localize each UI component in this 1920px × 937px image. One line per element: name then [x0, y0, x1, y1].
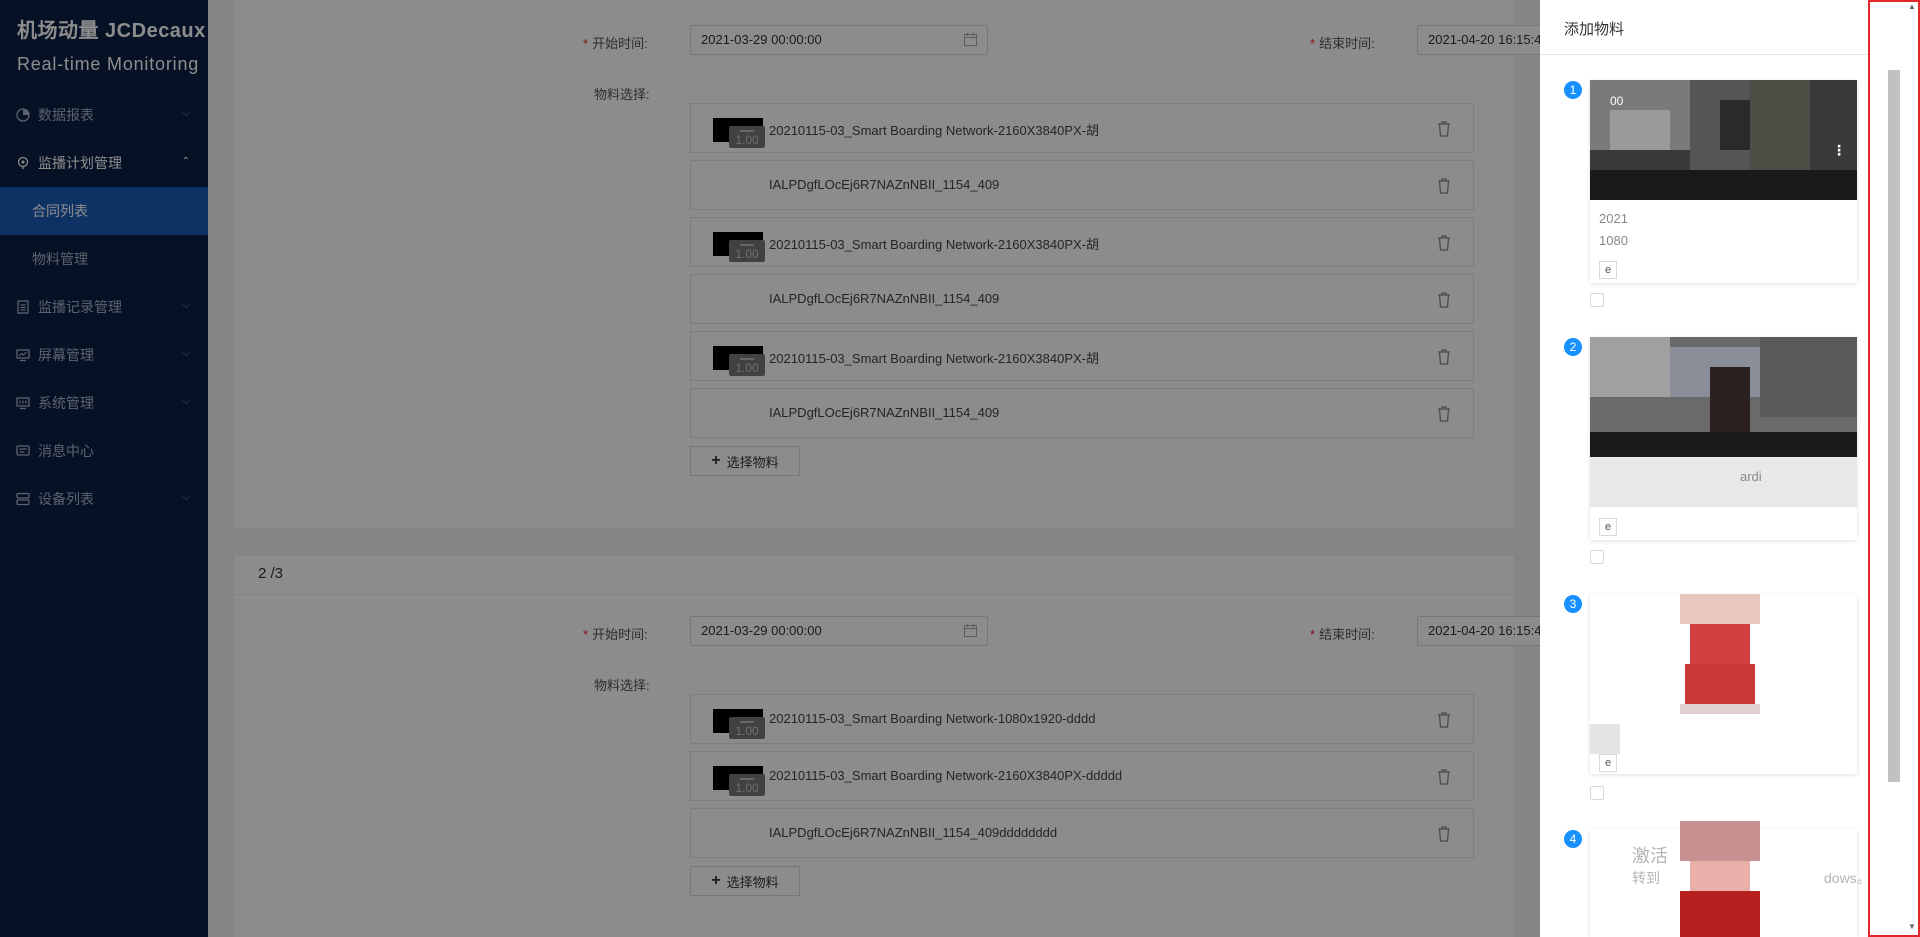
drawer-title: 添加物料: [1564, 21, 1625, 38]
card-number-badge: 1: [1564, 81, 1582, 99]
card-number-badge: 4: [1564, 830, 1582, 848]
blur-mask: [1640, 205, 1840, 255]
card-checkbox[interactable]: [1590, 550, 1604, 564]
scroll-down-arrow-icon[interactable]: ▼: [1908, 922, 1916, 931]
blur-mask: [1590, 724, 1620, 754]
video-preview: 00 ⋮: [1590, 80, 1857, 200]
material-card[interactable]: ardi e: [1590, 337, 1857, 540]
watermark-line2a: 转到: [1632, 870, 1660, 886]
scrollbar-thumb[interactable]: [1888, 70, 1900, 782]
card-checkbox[interactable]: [1590, 293, 1604, 307]
material-card[interactable]: e: [1590, 594, 1857, 774]
image-preview: [1680, 594, 1760, 714]
blur-mask: [1590, 457, 1857, 507]
material-card[interactable]: [1590, 821, 1857, 937]
material-card[interactable]: 00 ⋮ 2021 1080 e: [1590, 80, 1857, 283]
video-preview: [1590, 337, 1857, 457]
scroll-up-arrow-icon[interactable]: ▲: [1908, 2, 1916, 11]
add-material-drawer: 添加物料 1 00 ⋮ 2021 1080 e 2 ardi e 3 e 4 激…: [1540, 0, 1920, 937]
divider: [1540, 54, 1920, 55]
card-tag: e: [1599, 518, 1617, 536]
card-tag: e: [1599, 261, 1617, 279]
watermark-line2b: dows。: [1824, 870, 1871, 886]
card-checkbox[interactable]: [1590, 786, 1604, 800]
image-preview: [1680, 821, 1760, 937]
modal-mask[interactable]: [0, 0, 1540, 937]
card-tag: e: [1599, 754, 1617, 772]
watermark-line1: 激活: [1632, 846, 1668, 866]
video-time: 00: [1610, 94, 1624, 108]
card-number-badge: 2: [1564, 338, 1582, 356]
more-options-icon[interactable]: ⋮: [1832, 142, 1846, 159]
card-title: ardi: [1740, 469, 1762, 484]
card-number-badge: 3: [1564, 595, 1582, 613]
